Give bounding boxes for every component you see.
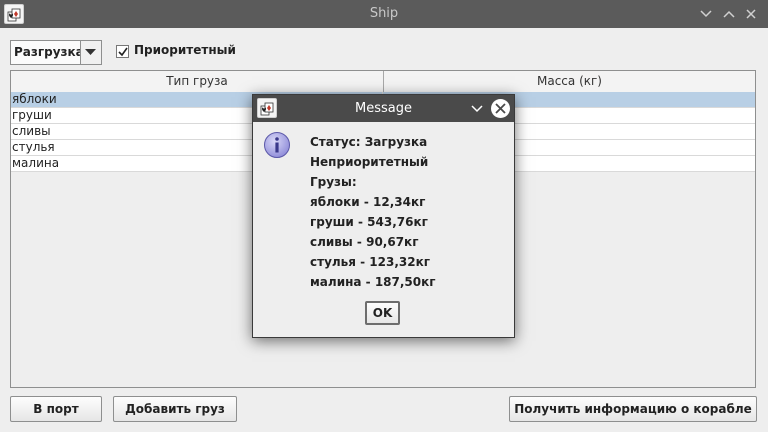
- priority-checkbox[interactable]: [116, 45, 129, 58]
- ok-button[interactable]: OK: [365, 301, 400, 325]
- column-header-type[interactable]: Тип груза: [11, 71, 384, 92]
- add-cargo-button[interactable]: Добавить груз: [113, 396, 237, 422]
- mode-select-arrow[interactable]: [80, 41, 101, 64]
- dialog-close-icon[interactable]: [491, 99, 510, 118]
- column-header-mass[interactable]: Масса (кг): [384, 71, 755, 92]
- dialog-status-line: Статус: Загрузка: [310, 135, 428, 149]
- window-title: Ship: [369, 6, 399, 21]
- dialog-cargo-line: стулья - 123,32кг: [310, 255, 431, 269]
- mode-select-value: Разгрузка: [14, 45, 84, 59]
- maximize-icon[interactable]: [721, 6, 737, 22]
- minimize-icon[interactable]: [698, 6, 714, 22]
- dialog-minimize-icon[interactable]: [469, 101, 485, 117]
- priority-checkbox-label[interactable]: Приоритетный: [134, 43, 236, 57]
- dialog-cargo-line: груши - 543,76кг: [310, 215, 428, 229]
- checkmark-icon: [118, 47, 128, 57]
- dialog-titlebar[interactable]: Message: [253, 95, 514, 122]
- dialog-cargo-line: сливы - 90,67кг: [310, 235, 419, 249]
- table-header: Тип груза Масса (кг): [11, 71, 755, 93]
- close-icon[interactable]: [743, 6, 759, 22]
- to-port-button[interactable]: В порт: [10, 396, 102, 422]
- window-titlebar[interactable]: Ship: [0, 0, 768, 28]
- message-dialog[interactable]: Message Статус: Загрузка Неприоритетный …: [252, 94, 515, 338]
- dialog-cargo-line: малина - 187,50кг: [310, 275, 436, 289]
- dialog-priority-line: Неприоритетный: [310, 155, 429, 169]
- get-ship-info-button[interactable]: Получить информацию о корабле: [509, 396, 757, 422]
- info-icon: [263, 131, 291, 159]
- chevron-down-icon: [85, 49, 96, 55]
- mode-select[interactable]: Разгрузка: [10, 40, 102, 65]
- dialog-cargo-heading: Грузы:: [310, 175, 357, 189]
- dialog-cargo-line: яблоки - 12,34кг: [310, 195, 426, 209]
